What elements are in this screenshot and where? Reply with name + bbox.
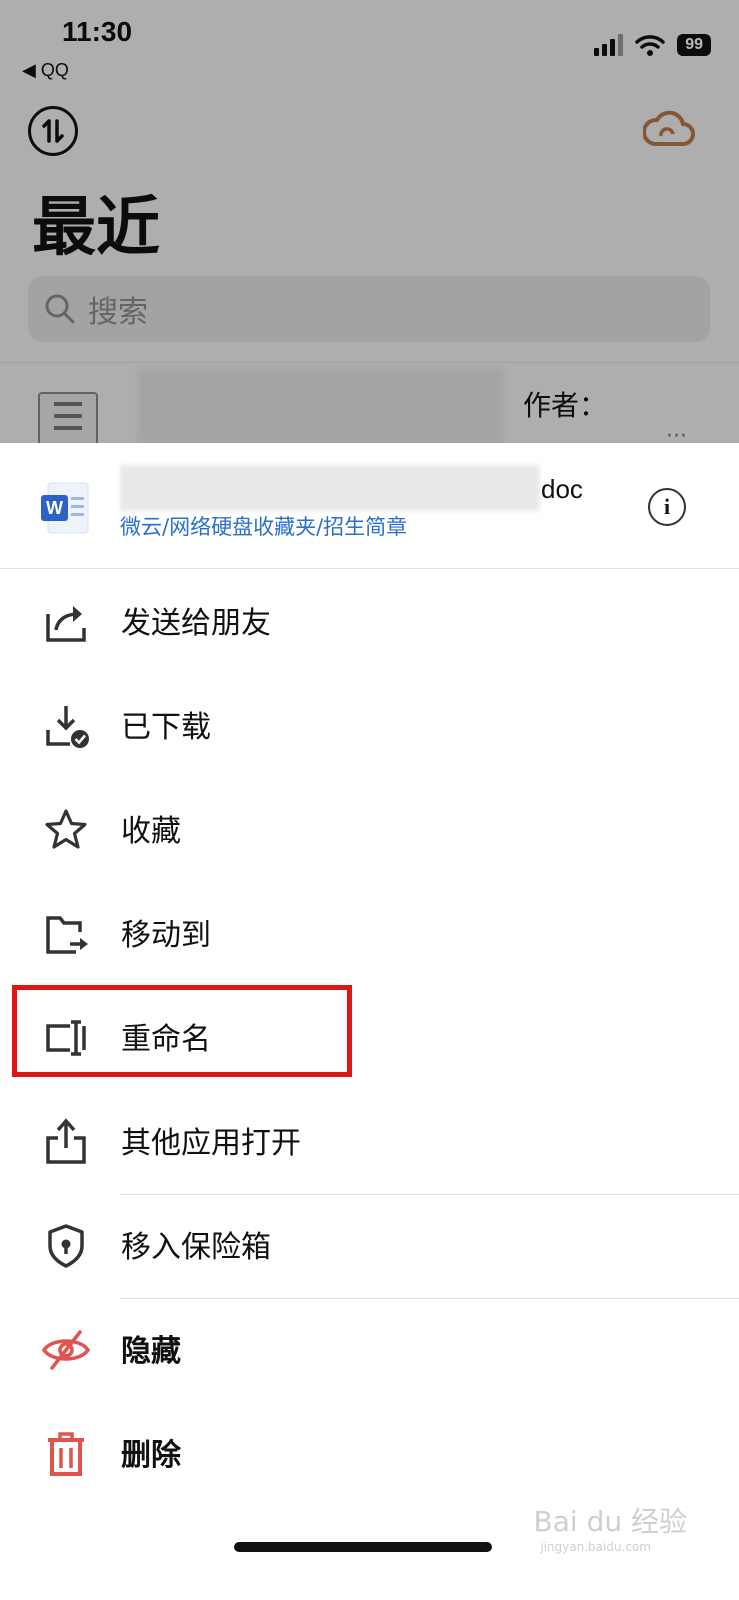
word-document-icon: W	[41, 482, 89, 534]
open-in-icon	[46, 1118, 86, 1164]
menu-label: 已下载	[121, 710, 211, 745]
info-button[interactable]: i	[648, 488, 686, 526]
menu-label: 删除	[121, 1438, 181, 1473]
file-path-link[interactable]: 微云/网络硬盘收藏夹/招生简章	[120, 511, 407, 541]
menu-label: 发送给朋友	[121, 606, 271, 641]
rename-highlight-box	[12, 985, 352, 1077]
menu-open-in-other-app[interactable]: 其他应用打开	[0, 1090, 739, 1194]
menu-label: 移入保险箱	[121, 1230, 271, 1265]
star-icon	[45, 809, 87, 849]
trash-icon	[48, 1432, 84, 1476]
menu-downloaded[interactable]: 已下载	[0, 674, 739, 778]
blurred-file-name	[120, 465, 540, 511]
menu-label: 隐藏	[121, 1334, 181, 1369]
menu-move-to[interactable]: 移动到	[0, 882, 739, 986]
share-icon	[46, 606, 86, 642]
menu-hide[interactable]: 隐藏	[0, 1298, 739, 1402]
menu-move-to-safe[interactable]: 移入保险箱	[0, 1194, 739, 1298]
watermark-text: Bai du 经验	[533, 1505, 687, 1538]
info-icon: i	[663, 494, 671, 519]
menu-favorite[interactable]: 收藏	[0, 778, 739, 882]
downloaded-icon	[46, 706, 89, 748]
home-indicator[interactable]	[234, 1542, 492, 1552]
menu-label: 其他应用打开	[121, 1126, 301, 1161]
menu-delete[interactable]: 删除	[0, 1402, 739, 1506]
dim-overlay[interactable]	[0, 0, 739, 450]
file-extension: doc	[541, 474, 583, 504]
safe-shield-icon	[48, 1224, 84, 1268]
menu-label: 收藏	[121, 814, 181, 849]
hide-eye-icon	[41, 1330, 91, 1370]
menu-send-to-friend[interactable]: 发送给朋友	[0, 570, 739, 674]
menu-label: 移动到	[121, 918, 211, 953]
svg-text:W: W	[46, 498, 63, 518]
file-header: W doc 微云/网络硬盘收藏夹/招生简章 i	[0, 443, 739, 569]
move-folder-icon	[46, 916, 88, 954]
watermark-url: jingyan.baidu.com	[540, 1540, 651, 1554]
